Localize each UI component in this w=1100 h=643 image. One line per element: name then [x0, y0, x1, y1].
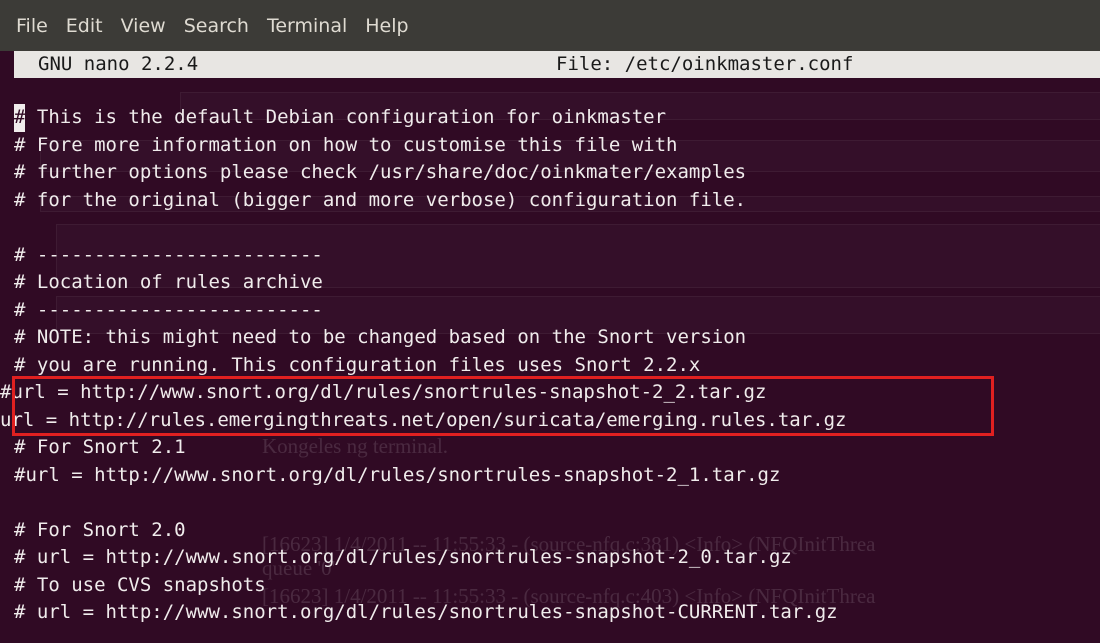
editor-line: # url = http://www.snort.org/dl/rules/sn… [14, 546, 792, 568]
menu-file[interactable]: File [16, 15, 48, 37]
editor-line: # ------------------------- [14, 243, 323, 266]
editor-line: # further options please check /usr/shar… [14, 161, 747, 183]
editor-line: # for the original (bigger and more verb… [14, 188, 747, 211]
menu-search[interactable]: Search [184, 15, 249, 37]
menu-help[interactable]: Help [365, 15, 408, 37]
text-cursor: # [14, 104, 26, 132]
editor-line: # This is the default Debian configurati… [14, 104, 1100, 132]
editor-line: # you are running. This configuration fi… [14, 353, 701, 376]
editor-line-url-active: url = http://rules.emergingthreats.net/o… [0, 408, 847, 431]
editor-buffer[interactable]: # This is the default Debian configurati… [0, 104, 1100, 627]
editor-line: # NOTE: this might need to be changed ba… [14, 326, 747, 348]
editor-line: # For Snort 2.0 [14, 518, 186, 541]
editor-line: # To use CVS snapshots [14, 573, 266, 596]
nano-title-bar: GNU nano 2.2.4 File: /etc/oinkmaster.con… [14, 51, 1100, 78]
editor-line: # For Snort 2.1 [14, 436, 186, 458]
editor-line: #url = http://www.snort.org/dl/rules/sno… [14, 463, 781, 486]
editor-line: # ------------------------- [14, 298, 323, 321]
nano-version: GNU nano 2.2.4 [38, 53, 199, 75]
menu-terminal[interactable]: Terminal [267, 15, 347, 37]
editor-line-url-commented: #url = http://www.snort.org/dl/rules/sno… [0, 381, 767, 403]
menu-view[interactable]: View [121, 15, 166, 37]
editor-line: # url = http://www.snort.org/dl/rules/sn… [14, 601, 838, 623]
editor-line: # Location of rules archive [14, 271, 323, 293]
editor-line: # Fore more information on how to custom… [14, 133, 678, 156]
nano-filename: File: /etc/oinkmaster.conf [556, 53, 854, 75]
menu-bar: File Edit View Search Terminal Help [0, 0, 1100, 51]
menu-edit[interactable]: Edit [66, 15, 103, 37]
editor-line-text: This is the default Debian configuration… [25, 106, 667, 128]
terminal-window: Kongeles ng terminal. [16623] 1/4/2011 -… [0, 0, 1100, 643]
